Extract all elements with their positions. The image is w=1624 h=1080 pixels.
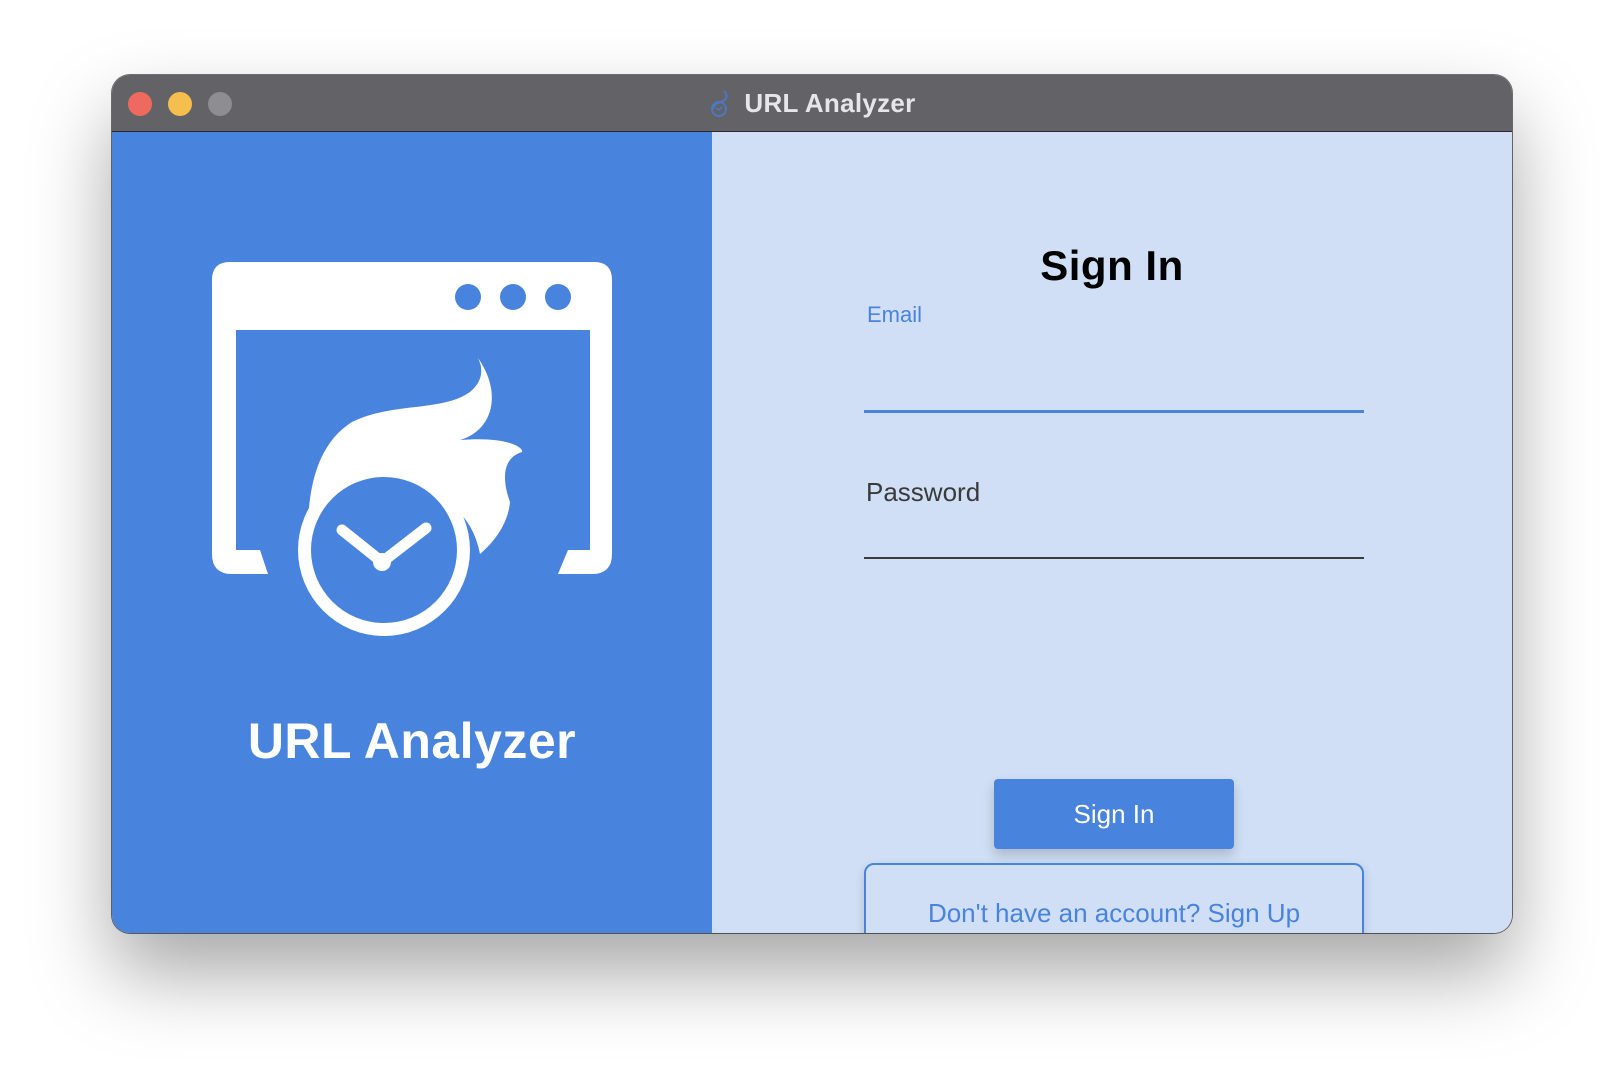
password-field[interactable]: Password [864, 477, 1366, 567]
email-input[interactable] [866, 352, 1366, 404]
window-title: URL Analyzer [744, 87, 916, 118]
password-input[interactable] [866, 477, 1366, 523]
flame-clock-icon [708, 89, 734, 117]
title-bar[interactable]: URL Analyzer [112, 75, 1512, 132]
branding-panel: URL Analyzer [112, 132, 712, 933]
app-window: URL Analyzer URL Analyzer Sign In Email … [112, 75, 1512, 933]
browser-window-flame-clock-icon [212, 262, 612, 642]
sign-in-button[interactable]: Sign In [994, 779, 1234, 849]
sign-in-panel: Sign In Email Password Sign In Don't hav… [712, 132, 1512, 933]
sign-up-button[interactable]: Don't have an account? Sign Up [864, 863, 1364, 933]
email-underline [864, 410, 1364, 413]
app-name: URL Analyzer [247, 713, 577, 769]
email-field[interactable]: Email [864, 302, 1366, 422]
page-title: Sign In [1040, 242, 1184, 289]
window-title-group: URL Analyzer [112, 75, 1512, 131]
email-label: Email [867, 302, 923, 327]
password-underline [864, 557, 1364, 559]
